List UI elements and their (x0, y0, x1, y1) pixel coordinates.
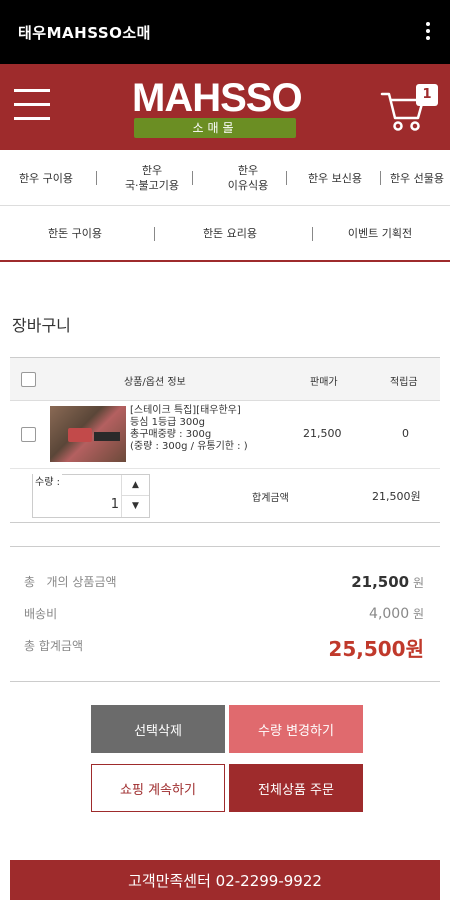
customer-center-banner[interactable]: 고객만족센터 02-2299-9922 (10, 860, 440, 900)
cart-table-header: 상품/옵션 정보 판매가 적립금 (10, 357, 440, 401)
quantity-label: 수량 : (33, 473, 62, 488)
logo-text: MAHSSO (132, 76, 303, 120)
site-header: MAHSSO 소매몰 1 (0, 64, 450, 150)
shipping-value: 4,000 (369, 606, 410, 622)
status-bar: 태우MAHSSO소매 (0, 0, 450, 64)
quantity-increase-icon[interactable]: ▲ (122, 475, 149, 496)
grand-total-label: 총 합계금액 (24, 639, 84, 653)
more-options-icon[interactable] (426, 22, 432, 42)
quantity-row: 수량 : 1 ▲ ▼ 합계금액 21,500원 (10, 469, 440, 523)
quantity-stepper[interactable]: 수량 : 1 ▲ ▼ (32, 473, 150, 518)
nav-divider (380, 171, 381, 185)
item-points: 0 (402, 427, 409, 440)
item-checkbox[interactable] (21, 427, 36, 442)
logo-subtitle: 소매몰 (134, 118, 296, 138)
nav-item-event[interactable]: 이벤트 기획전 (310, 206, 450, 260)
subtotal-value: 21,500원 (372, 490, 421, 503)
item-price: 21,500 (303, 427, 342, 440)
select-all-checkbox[interactable] (21, 372, 36, 387)
nav-divider (192, 171, 193, 185)
app-title: 태우MAHSSO소매 (18, 24, 151, 42)
shipping-label: 배송비 (24, 607, 58, 621)
nav-item-hanwoo-gift[interactable]: 한우 선물용 (384, 150, 450, 206)
product-name[interactable]: [스테이크 특집][태우한우] 등심 1등급 300g 총구매중량 : 300g… (130, 405, 270, 453)
quantity-decrease-icon[interactable]: ▼ (122, 496, 149, 517)
nav-divider (96, 171, 97, 185)
category-nav-secondary: 한돈 구이용 한돈 요리용 이벤트 기획전 (0, 206, 450, 262)
cart-button[interactable]: 1 (380, 84, 438, 134)
nav-item-handon-cook[interactable]: 한돈 요리용 (150, 206, 310, 260)
change-quantity-button[interactable]: 수량 변경하기 (229, 705, 363, 753)
grand-total-value: 25,500원 (328, 637, 424, 661)
nav-item-handon-grill[interactable]: 한돈 구이용 (0, 206, 150, 260)
cart-count-badge: 1 (416, 84, 438, 106)
header-product: 상품/옵션 정보 (124, 377, 186, 388)
goods-total-value: 21,500 (351, 573, 410, 591)
menu-icon[interactable] (14, 89, 50, 123)
order-all-button[interactable]: 전체상품 주문 (229, 764, 363, 812)
nav-item-hanwoo-babyfood[interactable]: 한우 이유식용 (196, 150, 300, 206)
goods-total-unit: 원 (412, 576, 424, 590)
nav-divider (312, 227, 313, 241)
table-row: [스테이크 특집][태우한우] 등심 1등급 300g 총구매중량 : 300g… (10, 401, 440, 469)
quantity-input[interactable]: 1 (83, 497, 119, 512)
shipping-unit: 원 (412, 607, 424, 621)
logo[interactable]: MAHSSO 소매몰 (132, 76, 303, 138)
category-nav-primary: 한우 구이용 한우 국·불고기용 한우 이유식용 한우 보신용 한우 선물용 (0, 150, 450, 206)
subtotal-label: 합계금액 (252, 493, 289, 504)
goods-total-label: 총 개의 상품금액 (24, 575, 117, 589)
nav-item-hanwoo-grill[interactable]: 한우 구이용 (0, 150, 92, 206)
product-thumbnail[interactable] (50, 406, 126, 462)
delete-selected-button[interactable]: 선택삭제 (91, 705, 225, 753)
header-price: 판매가 (310, 377, 338, 388)
order-summary: 총 개의 상품금액 21,500 원 배송비 4,000 원 총 합계금액 25… (10, 546, 440, 682)
continue-shopping-button[interactable]: 쇼핑 계속하기 (91, 764, 225, 812)
page-title: 장바구니 (12, 316, 71, 335)
nav-divider (286, 171, 287, 185)
header-points: 적립금 (390, 377, 418, 388)
nav-item-hanwoo-soup[interactable]: 한우 국·불고기용 (100, 150, 204, 206)
nav-divider (154, 227, 155, 241)
nav-item-hanwoo-health[interactable]: 한우 보신용 (290, 150, 380, 206)
